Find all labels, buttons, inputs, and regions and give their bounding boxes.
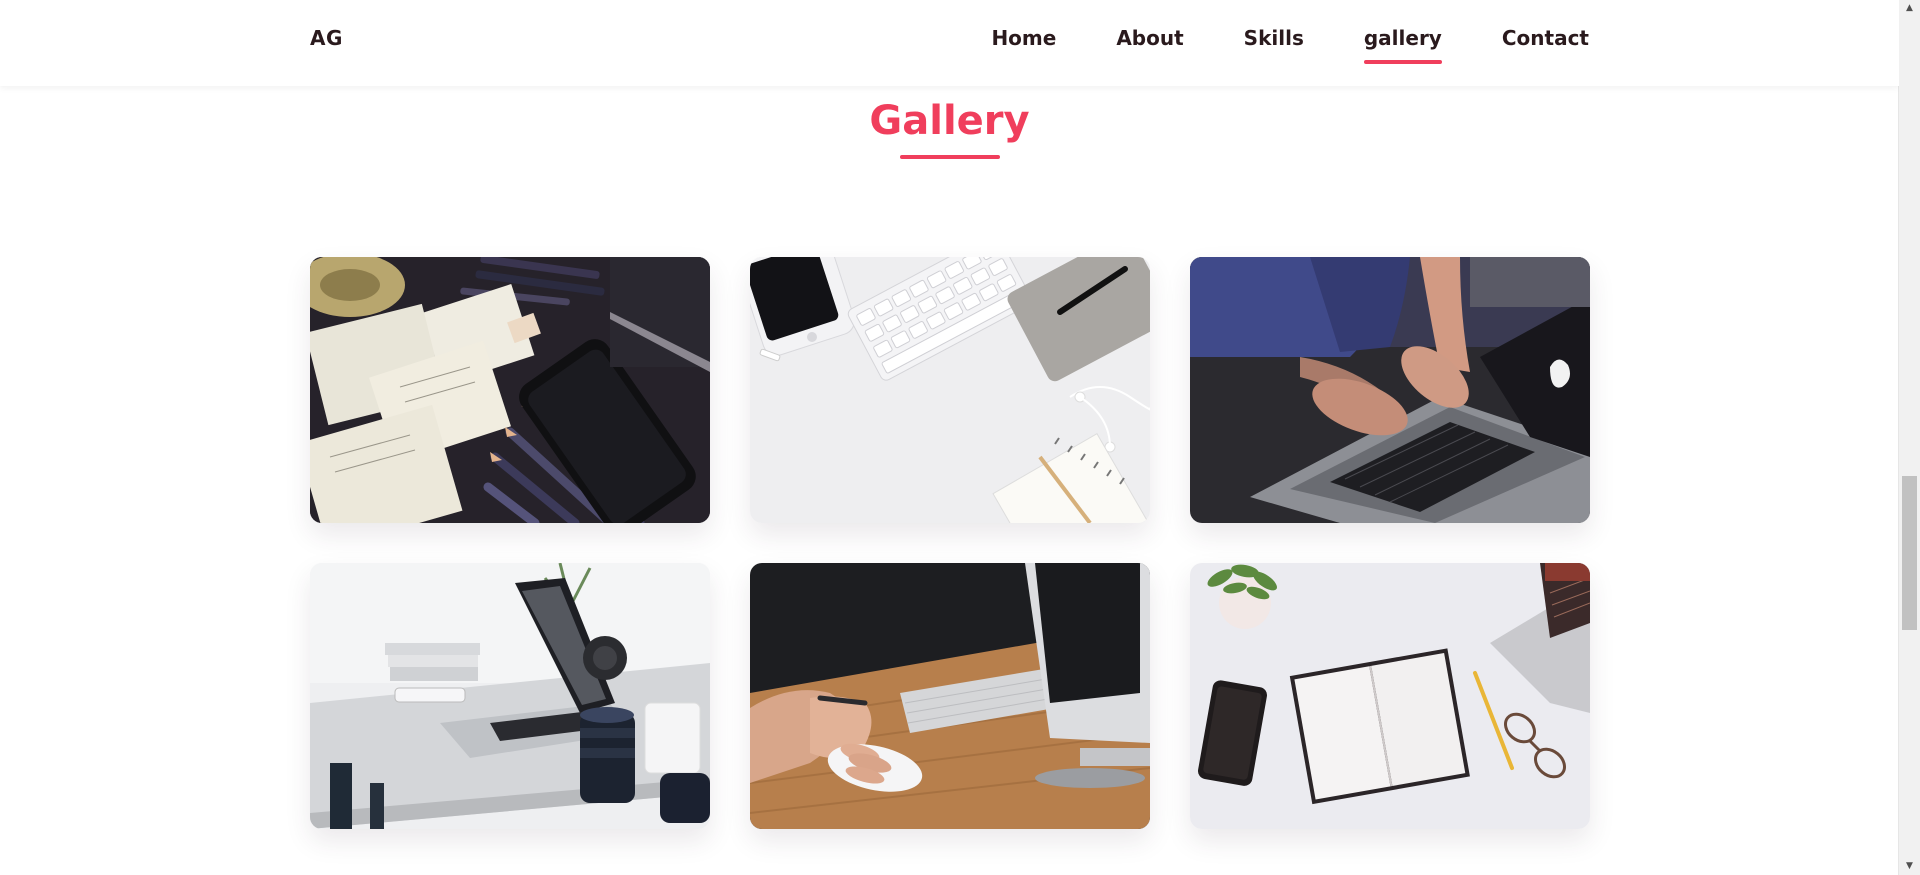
nav-item-contact[interactable]: Contact bbox=[1502, 26, 1589, 64]
notebook-phone-glasses-laptop-image bbox=[1190, 563, 1590, 829]
white-keyboard-phone-notebook-image bbox=[750, 257, 1150, 523]
gallery-item[interactable] bbox=[310, 563, 710, 829]
hand-mouse-keyboard-monitor-image bbox=[750, 563, 1150, 829]
vertical-scrollbar[interactable]: ▲ ▼ bbox=[1898, 0, 1920, 875]
main-nav: Home About Skills gallery Contact bbox=[931, 26, 1589, 64]
scroll-down-arrow-icon[interactable]: ▼ bbox=[1899, 858, 1920, 875]
scroll-up-arrow-icon[interactable]: ▲ bbox=[1899, 0, 1920, 17]
section-title: Gallery bbox=[869, 98, 1030, 144]
desk-wireframes-pencils-phone-image bbox=[310, 257, 710, 523]
scrollbar-thumb[interactable] bbox=[1902, 476, 1917, 630]
nav-item-about[interactable]: About bbox=[1116, 26, 1183, 64]
gallery-item[interactable] bbox=[310, 257, 710, 523]
gallery-item[interactable] bbox=[750, 563, 1150, 829]
laptop-on-desk-camera-lens-image bbox=[310, 563, 710, 829]
title-underline bbox=[900, 155, 1000, 159]
logo[interactable]: AG bbox=[310, 26, 343, 50]
gallery-item[interactable] bbox=[1190, 563, 1590, 829]
nav-item-skills[interactable]: Skills bbox=[1244, 26, 1304, 64]
hands-typing-laptop-image bbox=[1190, 257, 1590, 523]
nav-item-home[interactable]: Home bbox=[991, 26, 1056, 64]
site-header: AG Home About Skills gallery Contact bbox=[0, 0, 1899, 86]
page: AG Home About Skills gallery Contact Gal… bbox=[0, 0, 1899, 875]
gallery-item[interactable] bbox=[1190, 257, 1590, 523]
gallery-item[interactable] bbox=[750, 257, 1150, 523]
nav-item-gallery[interactable]: gallery bbox=[1363, 26, 1442, 64]
